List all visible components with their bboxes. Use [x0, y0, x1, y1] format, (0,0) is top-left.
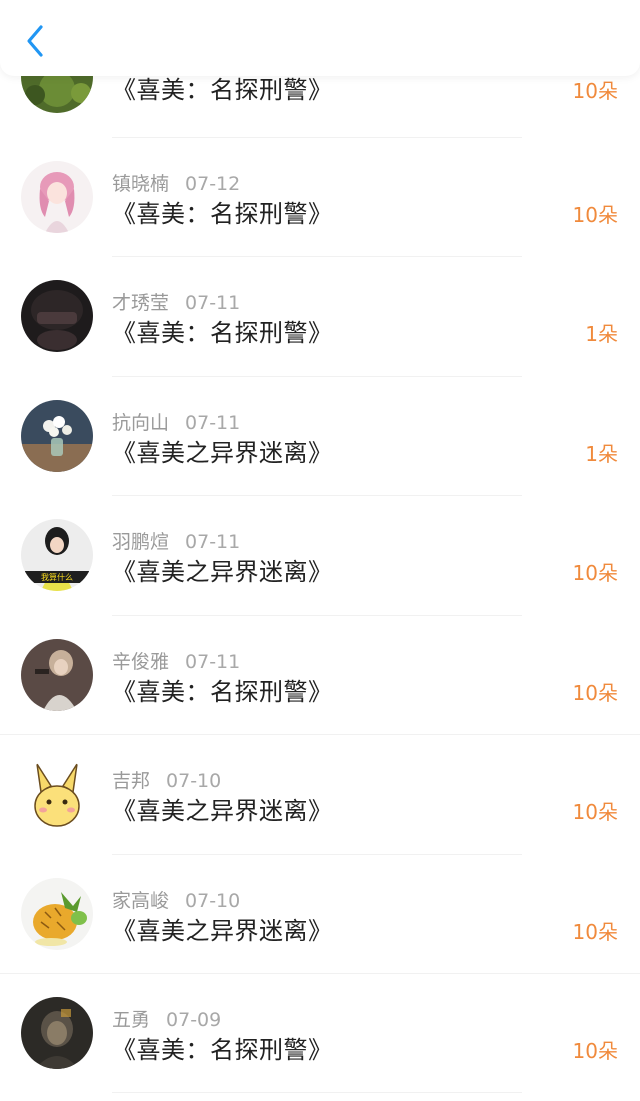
sender-name[interactable]: 才琇莹: [112, 292, 169, 314]
list-item[interactable]: 五勇 07-09 《喜美：名探刑警》 10朵: [0, 956, 640, 1075]
sender-meta: 家高峻 07-10: [112, 886, 240, 913]
send-date: 07-10: [166, 770, 222, 792]
avatar[interactable]: [21, 997, 93, 1069]
flower-count: 1朵: [585, 322, 618, 346]
sender-name[interactable]: 家高峻: [112, 890, 169, 912]
singer-avatar-image: [21, 639, 93, 711]
gift-record-page: 《喜美：名探刑警》 10朵 镇晓楠 07-12 《喜美：名探刑警》 10朵 才琇…: [0, 0, 640, 1101]
send-date: 07-10: [185, 890, 241, 912]
flower-count: 10朵: [572, 920, 618, 944]
list-item[interactable]: 抗向山 07-11 《喜美之异界迷离》 1朵: [0, 359, 640, 478]
sender-name[interactable]: 吉邦: [112, 770, 150, 792]
flower-count: 1朵: [585, 442, 618, 466]
send-date: 07-12: [185, 173, 241, 195]
work-title: 《喜美：名探刑警》: [112, 319, 333, 347]
work-title: 《喜美之异界迷离》: [112, 917, 333, 945]
avatar[interactable]: [21, 280, 93, 352]
send-date: 07-09: [166, 1009, 222, 1031]
avatar[interactable]: [21, 878, 93, 950]
avatar-caption: 我算什么: [41, 572, 73, 582]
work-title: 《喜美：名探刑警》: [112, 678, 333, 706]
avatar[interactable]: [21, 758, 93, 830]
sender-meta: 抗向山 07-11: [112, 408, 240, 435]
pineapple-turtle-avatar-image: [21, 878, 93, 950]
top-navigation-bar: [0, 0, 640, 76]
sender-meta: 吉邦 07-10: [112, 766, 221, 793]
flower-count: 10朵: [572, 203, 618, 227]
work-title: 《喜美之异界迷离》: [112, 439, 333, 467]
flower-count: 10朵: [572, 681, 618, 705]
chevron-left-icon: [27, 25, 43, 57]
sender-meta: 镇晓楠 07-12: [112, 169, 240, 196]
avatar[interactable]: [21, 639, 93, 711]
list-item[interactable]: 才琇莹 07-11 《喜美：名探刑警》 1朵: [0, 239, 640, 358]
sender-name[interactable]: 镇晓楠: [112, 173, 169, 195]
sender-meta: 五勇 07-09: [112, 1005, 221, 1032]
divider: [112, 1092, 522, 1093]
flower-count: 10朵: [572, 800, 618, 824]
sender-meta: 才琇莹 07-11: [112, 288, 240, 315]
work-title: 《喜美之异界迷离》: [112, 797, 333, 825]
dark-portrait-avatar-image: [21, 997, 93, 1069]
cartoon-creature-avatar-image: [21, 758, 93, 830]
flower-count: 10朵: [572, 1039, 618, 1063]
sender-name[interactable]: 羽鹏煊: [112, 531, 169, 553]
send-date: 07-11: [185, 292, 241, 314]
girl-yellow-avatar-image: 我算什么: [21, 519, 93, 591]
sender-meta: 辛俊雅 07-11: [112, 647, 240, 674]
work-title: 《喜美：名探刑警》: [112, 200, 333, 228]
send-date: 07-11: [185, 651, 241, 673]
avatar[interactable]: [21, 161, 93, 233]
send-date: 07-11: [185, 531, 241, 553]
list-item[interactable]: 镇晓楠 07-12 《喜美：名探刑警》 10朵: [0, 120, 640, 239]
flower-vase-avatar-image: [21, 400, 93, 472]
avatar[interactable]: [21, 400, 93, 472]
sender-name[interactable]: 抗向山: [112, 412, 169, 434]
list-item[interactable]: 家高峻 07-10 《喜美之异界迷离》 10朵: [0, 837, 640, 956]
work-title: 《喜美之异界迷离》: [112, 558, 333, 586]
sender-meta: 羽鹏煊 07-11: [112, 527, 240, 554]
back-button[interactable]: [18, 22, 52, 60]
flower-count: 10朵: [572, 561, 618, 585]
list-item[interactable]: 吉邦 07-10 《喜美之异界迷离》 10朵: [0, 717, 640, 836]
sender-name[interactable]: 辛俊雅: [112, 651, 169, 673]
avatar[interactable]: 我算什么: [21, 519, 93, 591]
dark-helmet-avatar-image: [21, 280, 93, 352]
sender-name[interactable]: 五勇: [112, 1009, 150, 1031]
list-item[interactable]: 我算什么 羽鹏煊 07-11 《喜美之异界迷离》 10朵: [0, 478, 640, 597]
pink-hair-girl-avatar-image: [21, 161, 93, 233]
work-title: 《喜美：名探刑警》: [112, 1036, 333, 1064]
list-item[interactable]: 辛俊雅 07-11 《喜美：名探刑警》 10朵: [0, 598, 640, 717]
flower-count: 10朵: [572, 79, 618, 103]
send-date: 07-11: [185, 412, 241, 434]
